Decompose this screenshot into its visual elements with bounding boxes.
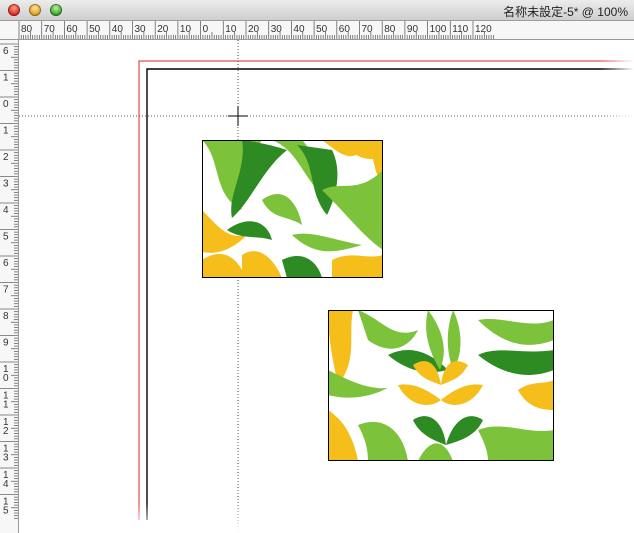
ruler-label: 0 — [203, 24, 209, 35]
minimize-icon[interactable] — [29, 4, 41, 16]
ruler-label: 40 — [112, 24, 124, 35]
ruler-label: 80 — [384, 24, 396, 35]
ruler-label: 70 — [362, 24, 374, 35]
ruler-label: 2 — [3, 152, 9, 163]
ruler-label: 1 — [3, 400, 9, 411]
ruler-label: 40 — [293, 24, 305, 35]
ruler-label: 20 — [157, 24, 169, 35]
placed-image-floral-2[interactable] — [328, 310, 554, 461]
ruler-label: 60 — [339, 24, 351, 35]
ruler-label: 8 — [3, 311, 9, 322]
ruler-label: 1 — [3, 126, 9, 137]
ruler-label: 5 — [3, 232, 9, 243]
ruler-label: 3 — [3, 453, 9, 464]
placed-image-floral-1[interactable] — [202, 140, 383, 278]
window-titlebar: 名称未設定-5* @ 100% — [0, 0, 634, 21]
ruler-label: 50 — [89, 24, 101, 35]
vertical-ruler-ticks: 610123456789101112131415 — [0, 43, 18, 519]
ruler-label: 0 — [3, 373, 9, 384]
zoom-icon[interactable] — [50, 4, 62, 16]
ruler-label: 4 — [3, 205, 9, 216]
ruler-label: 1 — [3, 73, 9, 84]
horizontal-ruler[interactable]: 80 70 60 50 40 30 20 10 0 10 20 30 40 50 60 70 80 90 100 11… — [0, 21, 634, 40]
ruler-label: 80 — [21, 24, 33, 35]
ruler-label: 4 — [3, 479, 9, 490]
ruler-label: 3 — [3, 179, 9, 190]
ruler-label: 90 — [407, 24, 419, 35]
crosshair-cursor-icon — [228, 106, 248, 126]
ruler-label: 6 — [3, 258, 9, 269]
close-icon[interactable] — [8, 4, 20, 16]
ruler-label: 100 — [430, 24, 447, 35]
ruler-label: 10 — [180, 24, 192, 35]
ruler-label: 50 — [316, 24, 328, 35]
ruler-label: 30 — [271, 24, 283, 35]
ruler-label: 5 — [3, 506, 9, 517]
ruler-label: 30 — [135, 24, 147, 35]
ruler-label: 2 — [3, 426, 9, 437]
window-title: 名称未設定-5* @ 100% — [503, 5, 628, 19]
ruler-label: 70 — [44, 24, 56, 35]
horizontal-ruler-ticks: 80 70 60 50 40 30 20 10 0 10 20 30 40 50 60 70 80 90 100 11… — [18, 21, 494, 39]
ruler-label: 0 — [3, 99, 9, 110]
ruler-label: 9 — [3, 338, 9, 349]
ruler-label: 120 — [475, 24, 492, 35]
vertical-ruler[interactable]: 610123456789101112131415 — [0, 40, 19, 533]
ruler-label: 20 — [248, 24, 260, 35]
ruler-label: 110 — [452, 24, 468, 35]
ruler-label: 6 — [3, 46, 9, 57]
ruler-label: 10 — [225, 24, 237, 35]
ruler-label: 7 — [3, 285, 9, 296]
ruler-label: 60 — [66, 24, 78, 35]
